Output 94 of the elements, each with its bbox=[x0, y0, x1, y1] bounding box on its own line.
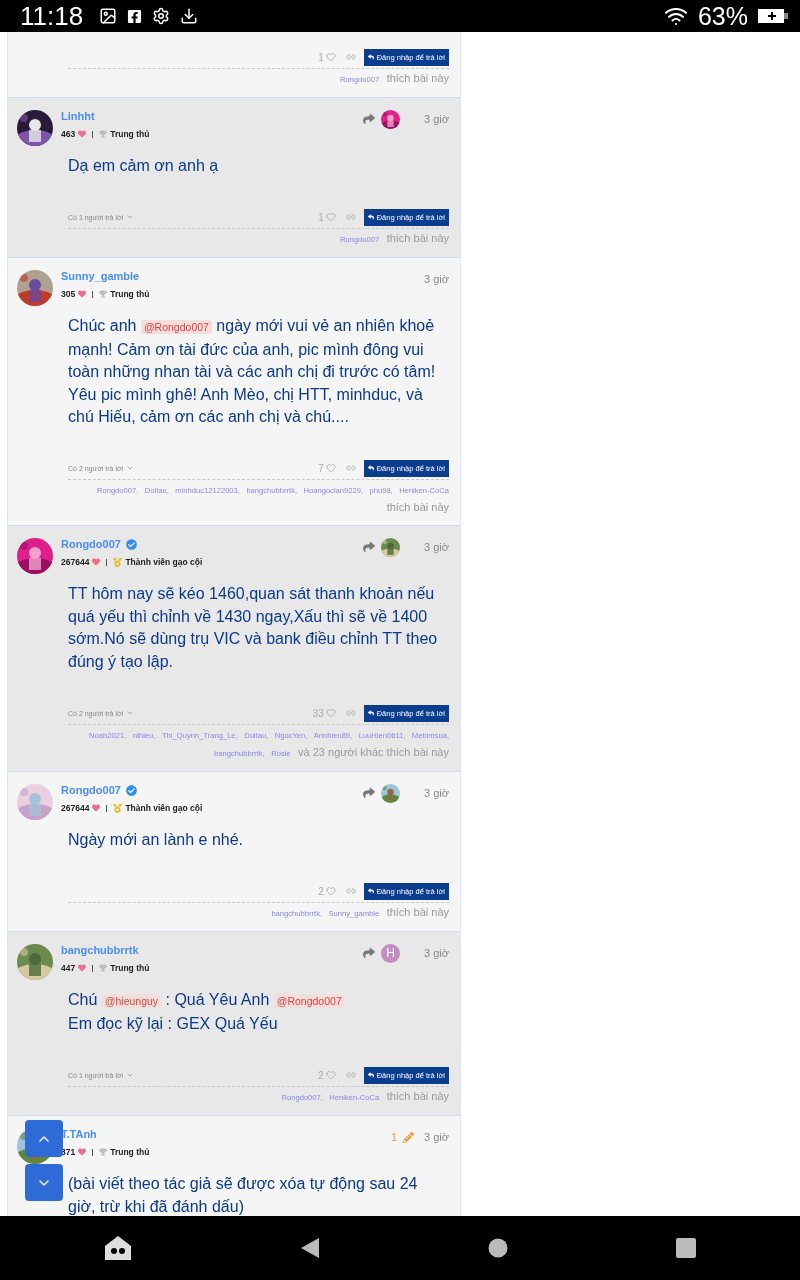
scroll-down-button[interactable] bbox=[25, 1164, 63, 1201]
scroll-up-button[interactable] bbox=[25, 1120, 63, 1157]
trophy-icon bbox=[99, 964, 108, 973]
author-name[interactable]: Rongdo007 bbox=[61, 784, 121, 797]
home-icon[interactable] bbox=[488, 1238, 508, 1258]
social-app-icon bbox=[127, 8, 143, 24]
rank-label: Trung thủ bbox=[110, 963, 150, 974]
reply-icon bbox=[367, 54, 374, 60]
heart-icon bbox=[78, 1148, 87, 1157]
share-icon[interactable] bbox=[363, 541, 376, 554]
like-icon[interactable] bbox=[325, 1070, 336, 1081]
reply-icon bbox=[367, 710, 374, 717]
post-time: 3 giờ bbox=[424, 113, 449, 125]
likes-summary: thích bài này bbox=[386, 906, 449, 919]
like-count: 2 bbox=[318, 1069, 324, 1081]
recents-icon[interactable] bbox=[676, 1238, 696, 1258]
trophy-icon bbox=[99, 1148, 108, 1157]
pencil-icon bbox=[403, 1131, 415, 1143]
post-text: TT hôm nay sẽ kéo 1460,quan sát thanh khoản nếu quá yếu thì chỉnh về 1430 ngay,Xấu thì sẽ về 1400 sớm.Nó sẽ dùng trụ VIC và bank điều chỉnh TT theo đúng ý tạo lập. bbox=[68, 584, 439, 672]
link-icon[interactable] bbox=[345, 212, 356, 223]
link-icon[interactable] bbox=[345, 52, 356, 62]
post-time: 3 giờ bbox=[424, 273, 449, 286]
battery-percent: 63% bbox=[697, 1, 748, 31]
like-count: 7 bbox=[318, 462, 324, 474]
post-time: 3 giờ bbox=[424, 1131, 449, 1144]
like-count: 33 bbox=[312, 707, 324, 719]
likes-summary: thích bài này bbox=[386, 501, 449, 514]
like-icon[interactable] bbox=[325, 708, 336, 719]
rank-label: Trung thủ bbox=[110, 129, 150, 139]
post-text: Dạ em cảm ơn anh ạ bbox=[68, 156, 220, 176]
post-text: Ngày mới an lành e nhé. bbox=[68, 830, 245, 851]
points-count: 267644 bbox=[61, 803, 90, 814]
like-icon[interactable] bbox=[325, 886, 336, 897]
reply-icon bbox=[367, 214, 374, 221]
points-count: 447 bbox=[61, 963, 76, 974]
post-time: 3 giờ bbox=[424, 787, 449, 800]
likes-summary: và 23 người khác thích bài này bbox=[298, 746, 449, 759]
settings-icon bbox=[152, 7, 171, 25]
rank-label: Trung thủ bbox=[110, 289, 150, 300]
mention-link[interactable]: @Rongdo007 bbox=[140, 320, 212, 335]
house-icon[interactable] bbox=[104, 1235, 132, 1261]
heart-icon bbox=[78, 290, 87, 299]
post-text: Chúc anh @Rongdo007 ngày mới vui vẻ an nhiên khoẻ mạnh! Cảm ơn tài đức của anh, pic mình đông vui toàn những nhan tài và các anh chị đi trước có tâm! Yêu pic mình ghê! Anh Mèo, chị HTT, minhduc, và chú Hiếu, cảm ơn các anh chị và chú.... bbox=[68, 316, 437, 428]
link-icon[interactable] bbox=[345, 1070, 356, 1081]
share-icon[interactable] bbox=[363, 947, 376, 960]
download-icon bbox=[180, 7, 199, 25]
like-count: 2 bbox=[318, 885, 324, 897]
image-icon bbox=[99, 7, 118, 25]
link-icon[interactable] bbox=[345, 708, 356, 719]
post-text: Em đọc kỹ lại : GEX Quá Yếu bbox=[68, 1013, 279, 1034]
like-count: 1 bbox=[318, 211, 324, 223]
back-icon[interactable] bbox=[300, 1237, 320, 1259]
mention-link[interactable]: @Rongdo007 bbox=[273, 994, 345, 1009]
likes-summary: thích bài này bbox=[386, 232, 449, 245]
trophy-icon bbox=[99, 130, 108, 138]
heart-icon bbox=[78, 130, 87, 138]
link-icon[interactable] bbox=[345, 463, 356, 474]
post-time: 3 giờ bbox=[424, 947, 449, 960]
points-count: 463 bbox=[61, 129, 76, 139]
edit-count: 1 bbox=[390, 1131, 398, 1144]
like-icon[interactable] bbox=[325, 52, 336, 62]
like-icon[interactable] bbox=[325, 212, 336, 223]
battery-icon bbox=[758, 8, 788, 24]
reply-icon bbox=[367, 465, 374, 472]
post-text: Chú @hieunguy : Quá Yêu Anh @Rongdo007 bbox=[68, 989, 446, 1013]
rank-label: Trung thủ bbox=[110, 1147, 150, 1158]
trophy-icon bbox=[99, 290, 108, 299]
mention-link[interactable]: @hieunguy bbox=[101, 994, 162, 1009]
likes-summary: thích bài này bbox=[386, 1090, 449, 1103]
author-name[interactable]: Linhht bbox=[61, 110, 95, 122]
share-icon[interactable] bbox=[363, 787, 376, 800]
like-count: 1 bbox=[318, 51, 324, 63]
clock-time: 11:18 bbox=[20, 0, 84, 32]
author-name[interactable]: Sunny_gamble bbox=[61, 270, 140, 283]
share-icon[interactable] bbox=[363, 113, 376, 125]
medal-icon bbox=[113, 557, 123, 567]
rank-label: Thành viên gạo cội bbox=[125, 557, 203, 568]
medal-icon bbox=[113, 803, 123, 813]
points-count: 267644 bbox=[61, 557, 90, 568]
post-text: (bài viết theo tác giả sẽ được xóa tự động sau 24 giờ, trừ khi đã đánh dấu) bbox=[68, 1174, 419, 1216]
heart-icon bbox=[92, 804, 101, 813]
heart-icon bbox=[78, 964, 87, 973]
points-count: 305 bbox=[61, 289, 76, 300]
likes-summary: thích bài này bbox=[386, 72, 449, 84]
user-initial-avatar: H bbox=[381, 943, 401, 963]
author-name[interactable]: bangchubbrrtk bbox=[61, 944, 139, 957]
rank-label: Thành viên gạo cội bbox=[125, 803, 203, 814]
reply-icon bbox=[367, 888, 374, 895]
heart-icon bbox=[92, 558, 101, 567]
like-icon[interactable] bbox=[325, 463, 336, 474]
reply-icon bbox=[367, 1072, 374, 1079]
link-icon[interactable] bbox=[345, 886, 356, 897]
author-name[interactable]: Rongdo007 bbox=[61, 538, 121, 551]
post-time: 3 giờ bbox=[424, 541, 449, 554]
